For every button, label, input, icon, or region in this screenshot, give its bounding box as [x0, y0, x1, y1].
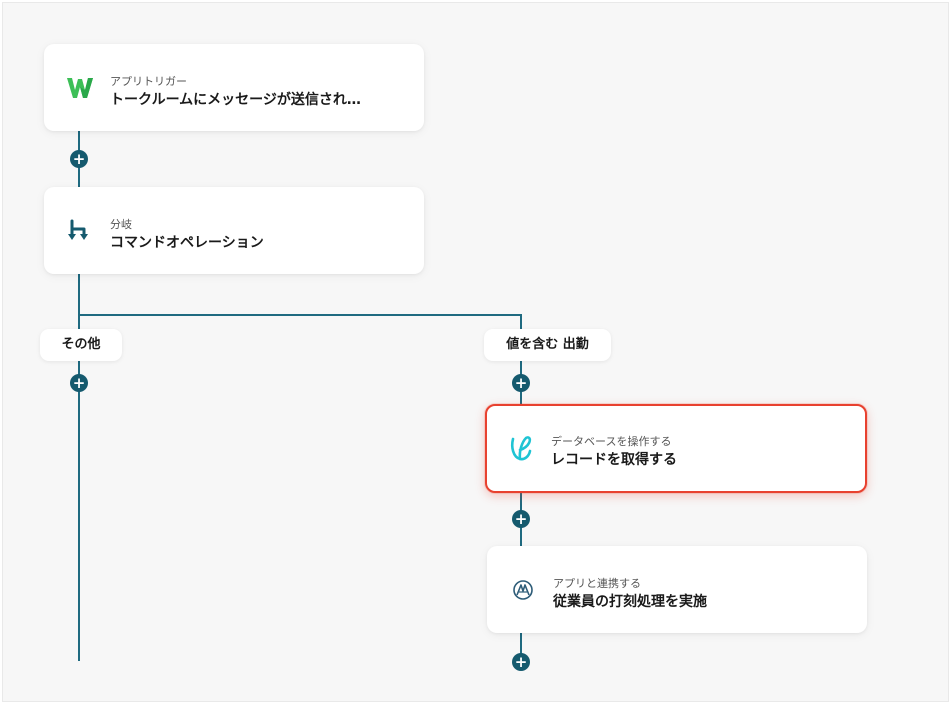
app-step-subtitle: アプリと連携する	[553, 577, 641, 590]
branch-subtitle: 分岐	[110, 218, 132, 231]
db-step-title: レコードを取得する	[551, 452, 677, 468]
db-step-subtitle: データベースを操作する	[551, 435, 672, 448]
add-step-button-right-branch[interactable]: +	[512, 374, 530, 392]
branch-card[interactable]: 分岐 コマンドオペレーション	[44, 187, 424, 274]
connector-branch-split	[78, 314, 522, 316]
branch-title: コマンドオペレーション	[110, 235, 264, 251]
trigger-title: トークルームにメッセージが送信され…	[110, 92, 361, 108]
trigger-subtitle: アプリトリガー	[110, 75, 187, 88]
branch-label-contains-shukkin[interactable]: 値を含む 出勤	[484, 329, 611, 361]
add-step-button-after-db[interactable]: +	[512, 510, 530, 528]
branch-label-other[interactable]: その他	[40, 329, 122, 361]
yoom-database-icon	[507, 435, 535, 463]
add-step-button-left-branch[interactable]: +	[70, 374, 88, 392]
worksmobile-w-icon	[66, 74, 94, 102]
app-step-title: 従業員の打刻処理を実施	[553, 594, 707, 610]
db-step-card[interactable]: データベースを操作する レコードを取得する	[485, 404, 867, 493]
attendance-app-icon	[509, 576, 537, 604]
flow-canvas: アプリトリガー トークルームにメッセージが送信され… + 分岐 コマンドオペレー…	[2, 2, 949, 702]
trigger-card[interactable]: アプリトリガー トークルームにメッセージが送信され…	[44, 44, 424, 131]
app-step-card[interactable]: アプリと連携する 従業員の打刻処理を実施	[487, 546, 867, 633]
add-step-button-after-app[interactable]: +	[512, 653, 530, 671]
add-step-button-after-trigger[interactable]: +	[70, 150, 88, 168]
branch-icon	[66, 217, 94, 245]
